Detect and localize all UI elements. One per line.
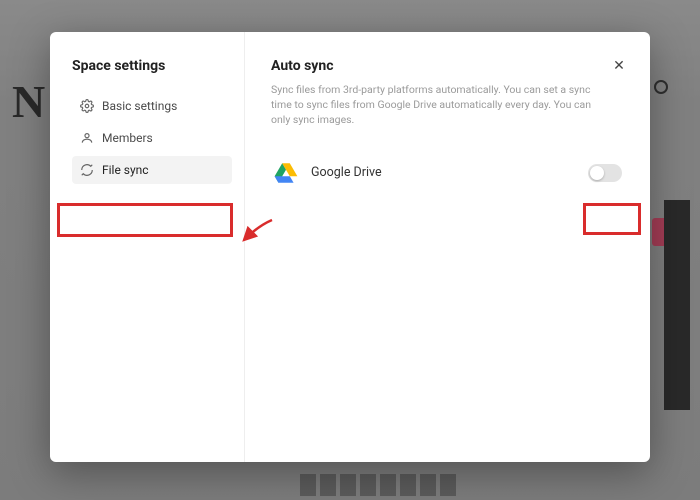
- provider-name: Google Drive: [311, 165, 576, 180]
- sidebar-item-members[interactable]: Members: [72, 124, 232, 152]
- sidebar-item-label: Basic settings: [102, 99, 177, 113]
- google-drive-sync-toggle[interactable]: [588, 164, 622, 182]
- sidebar-item-label: File sync: [102, 163, 149, 177]
- sidebar-title: Space settings: [72, 58, 232, 74]
- settings-main-panel: ✕ Auto sync Sync files from 3rd-party pl…: [245, 32, 650, 462]
- sidebar-item-label: Members: [102, 131, 153, 145]
- space-settings-modal: Space settings Basic settings Members: [50, 32, 650, 462]
- gear-icon: [80, 99, 94, 113]
- provider-row-google-drive: Google Drive: [271, 154, 624, 192]
- user-icon: [80, 131, 94, 145]
- close-button[interactable]: ✕: [608, 54, 630, 76]
- sidebar-item-basic-settings[interactable]: Basic settings: [72, 92, 232, 120]
- section-title: Auto sync: [271, 58, 624, 74]
- sidebar-item-file-sync[interactable]: File sync: [72, 156, 232, 184]
- sync-icon: [80, 163, 94, 177]
- settings-sidebar: Space settings Basic settings Members: [50, 32, 245, 462]
- section-description: Sync files from 3rd-party platforms auto…: [271, 82, 601, 128]
- google-drive-icon: [273, 160, 299, 186]
